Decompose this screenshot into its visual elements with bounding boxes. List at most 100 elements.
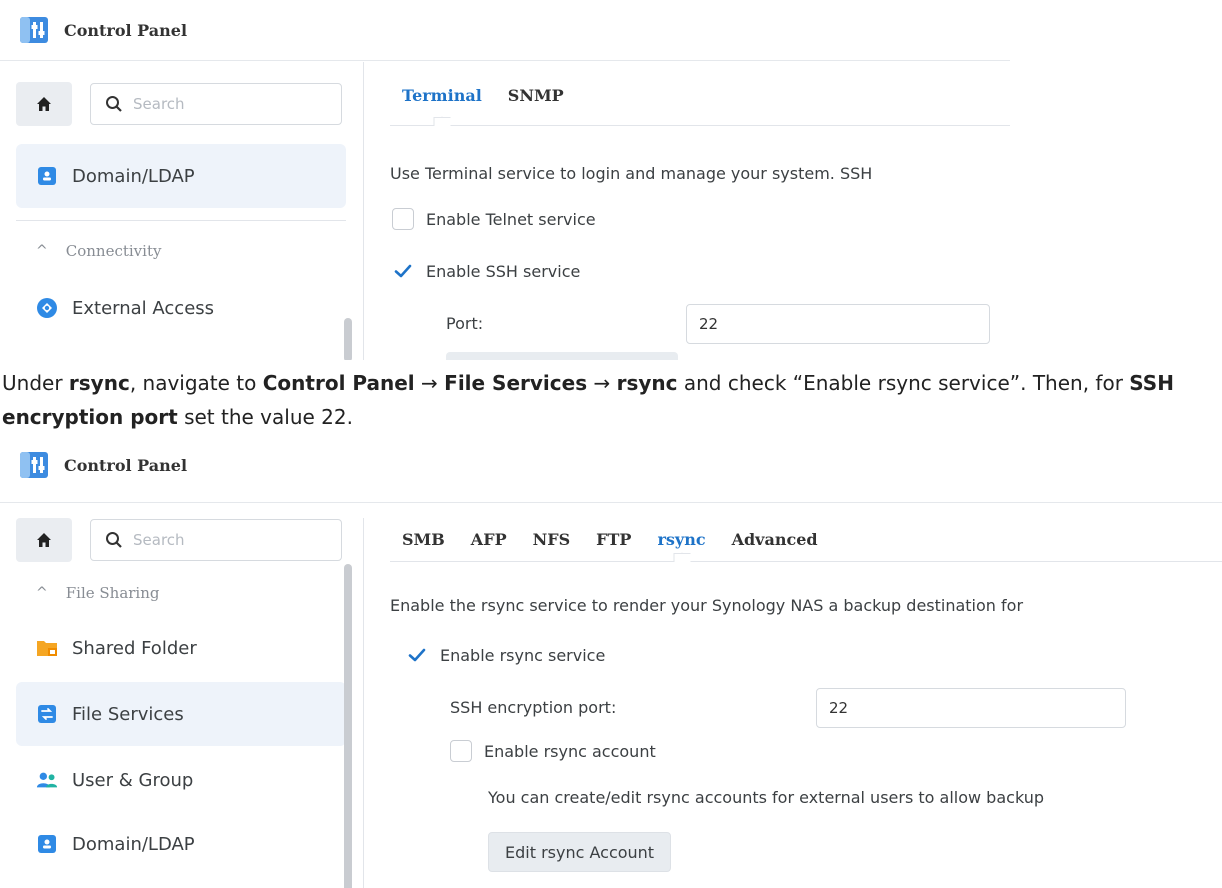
tab-bar: Terminal SNMP (390, 66, 1010, 134)
shared-folder-icon (36, 637, 58, 659)
tab-terminal[interactable]: Terminal (390, 66, 495, 134)
domain-ldap-icon (36, 165, 58, 187)
sidebar-item-domain-ldap[interactable]: Domain/LDAP (16, 812, 346, 876)
partial-button[interactable] (446, 352, 678, 360)
tab-label: Advanced (731, 530, 818, 549)
caption-bold: rsync (68, 371, 130, 395)
telnet-checkbox-row[interactable]: Enable Telnet service (392, 208, 596, 230)
sidebar-scrollbar[interactable] (344, 564, 352, 888)
active-tab-indicator (433, 116, 451, 134)
caption-text: and check “Enable rsync service”. Then, … (677, 371, 1130, 395)
tab-snmp[interactable]: SNMP (495, 66, 577, 125)
sidebar-item-file-services[interactable]: File Services (16, 682, 346, 746)
header-divider (0, 60, 1010, 61)
control-panel-logo-icon (18, 449, 50, 481)
port-label: Port: (446, 314, 484, 333)
caption-text: → (414, 371, 445, 395)
rsync-description: Enable the rsync service to render your … (390, 596, 1024, 615)
home-button[interactable] (16, 82, 72, 126)
caption-bold: Control Panel (262, 371, 415, 395)
tab-ftp[interactable]: FTP (583, 518, 644, 561)
sidebar-separator (16, 220, 346, 221)
edit-rsync-account-button[interactable]: Edit rsync Account (488, 832, 672, 872)
app-title: Control Panel (64, 20, 188, 40)
port-input[interactable] (686, 304, 990, 344)
sidebar-item-label: External Access (72, 297, 215, 319)
search-input[interactable] (133, 95, 333, 113)
sidebar: ^ File Sharing Shared Folder File Servic… (0, 516, 362, 888)
ssh-port-input[interactable] (816, 688, 1126, 728)
section-label: Connectivity (65, 242, 162, 260)
caption-bold: File Services (444, 371, 588, 395)
tab-label: SMB (402, 530, 445, 549)
rsync-checkbox-row[interactable]: Enable rsync service (406, 644, 605, 666)
header-divider (0, 502, 1222, 503)
telnet-label: Enable Telnet service (426, 209, 596, 229)
domain-ldap-icon (36, 833, 58, 855)
search-icon (106, 96, 122, 112)
rsync-account-label: Enable rsync account (484, 741, 656, 761)
tab-smb[interactable]: SMB (390, 518, 458, 561)
rsync-checkbox[interactable] (406, 644, 428, 666)
sidebar-item-label: File Services (72, 703, 184, 725)
tab-afp[interactable]: AFP (458, 518, 520, 561)
search-box[interactable] (90, 519, 342, 561)
search-row (16, 82, 342, 126)
rsync-account-checkbox[interactable] (450, 740, 472, 762)
caption-text: set the value 22. (177, 405, 353, 429)
ssh-port-label: SSH encryption port: (450, 698, 617, 717)
search-row (16, 518, 342, 562)
tab-label: SNMP (507, 86, 564, 105)
title-bar: Control Panel (0, 440, 1222, 490)
terminal-description: Use Terminal service to login and manage… (390, 164, 873, 183)
tab-advanced[interactable]: Advanced (719, 518, 831, 561)
sidebar-item-external-access[interactable]: External Access (16, 276, 346, 340)
control-panel-terminal-screenshot: Control Panel Domain/LDAP (0, 0, 1222, 360)
section-header-connectivity[interactable]: ^ Connectivity (36, 242, 161, 260)
caption-text: Under (2, 371, 69, 395)
rsync-account-checkbox-row[interactable]: Enable rsync account (450, 740, 656, 762)
file-services-icon (36, 703, 58, 725)
instruction-caption: Under rsync, navigate to Control Panel →… (2, 366, 1220, 434)
rsync-label: Enable rsync service (440, 645, 606, 665)
user-group-icon (36, 769, 58, 791)
sidebar-item-label: Shared Folder (72, 637, 197, 659)
sidebar-item-label: Domain/LDAP (72, 833, 195, 855)
sidebar-divider (363, 62, 364, 360)
checkmark-icon (408, 648, 426, 662)
search-icon (106, 532, 122, 548)
active-tab-indicator (673, 552, 690, 570)
section-header-file-sharing[interactable]: ^ File Sharing (36, 584, 160, 602)
sidebar-item-user-group[interactable]: User & Group (16, 748, 346, 812)
ssh-checkbox[interactable] (392, 260, 414, 282)
search-input[interactable] (133, 531, 333, 549)
checkmark-icon (394, 264, 412, 278)
tab-rsync[interactable]: rsync (644, 518, 718, 570)
tab-label: AFP (470, 530, 507, 549)
control-panel-logo-icon (18, 14, 50, 46)
home-icon (37, 97, 51, 111)
sidebar-item-shared-folder[interactable]: Shared Folder (16, 616, 346, 680)
chevron-up-icon: ^ (36, 243, 48, 259)
sidebar-item-label: User & Group (72, 769, 194, 791)
caption-bold: rsync (616, 371, 678, 395)
sidebar-item-label: Domain/LDAP (72, 165, 195, 187)
ssh-checkbox-row[interactable]: Enable SSH service (392, 260, 580, 282)
app-title: Control Panel (64, 455, 188, 475)
telnet-checkbox[interactable] (392, 208, 414, 230)
tab-nfs[interactable]: NFS (520, 518, 584, 561)
section-label: File Sharing (65, 584, 160, 602)
search-box[interactable] (90, 83, 342, 125)
title-bar: Control Panel (0, 0, 1010, 60)
home-button[interactable] (16, 518, 72, 562)
sidebar-item-domain-ldap[interactable]: Domain/LDAP (16, 144, 346, 208)
sidebar-scrollbar[interactable] (344, 318, 352, 360)
tab-label: Terminal (402, 86, 482, 105)
external-access-icon (36, 297, 58, 319)
tab-label: rsync (657, 530, 706, 549)
rsync-account-note: You can create/edit rsync accounts for e… (488, 788, 1045, 807)
ssh-label: Enable SSH service (426, 261, 581, 281)
tab-bar: SMB AFP NFS FTP rsync Advanced (390, 518, 1222, 570)
home-icon (37, 533, 51, 547)
caption-text: → (587, 371, 617, 395)
